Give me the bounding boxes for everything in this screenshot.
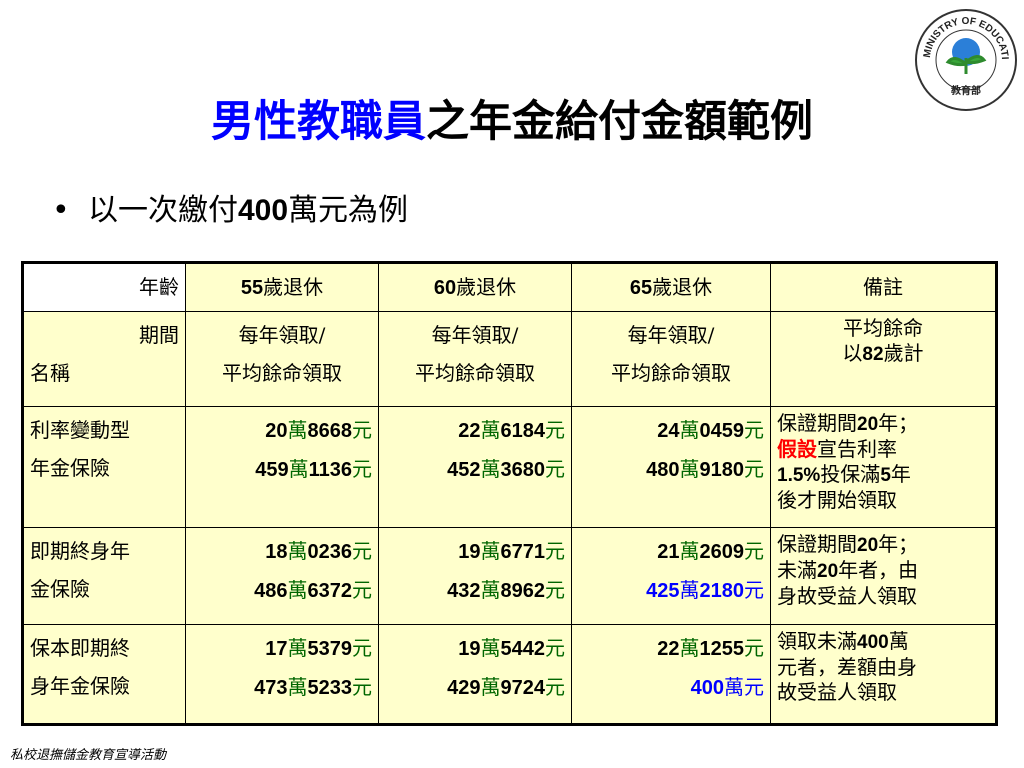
header-age: 年齡 [22,262,186,312]
mode-60: 每年領取/平均餘命領取 [378,311,572,407]
title-rest: 之年金給付金額範例 [426,97,813,147]
amount-cell: 19萬6771元 432萬8962元 [378,527,572,625]
bullet-item: • 以一次繳付400萬元為例 [52,188,408,234]
remark-cell: 保證期間20年； 假設宣告利率 1.5%投保滿5年 後才開始領取 [770,406,997,528]
product-name: 即期終身年 金保險 [22,527,186,625]
product-name: 保本即期終 身年金保險 [22,624,186,725]
amount-cell: 22萬6184元 452萬3680元 [378,406,572,528]
mode-row: 期間 名稱 每年領取/平均餘命領取 每年領取/平均餘命領取 每年領取/平均餘命領取… [22,311,997,407]
header-55: 55歲退休 [185,262,379,312]
amount-cell: 20萬8668元 459萬1136元 [185,406,379,528]
mode-65: 每年領取/平均餘命領取 [571,311,771,407]
life-expectancy-note: 平均餘命 以82歲計 [770,311,997,407]
amount-cell: 18萬0236元 486萬6372元 [185,527,379,625]
header-65: 65歲退休 [571,262,771,312]
amount-cell: 22萬1255元 400萬元 [571,624,771,725]
amount-cell: 17萬5379元 473萬5233元 [185,624,379,725]
header-60: 60歲退休 [378,262,572,312]
footer-text: 私校退撫儲金教育宣導活動 [10,748,167,763]
bullet-number: 400 [238,194,289,227]
bullet-dot: • [52,193,70,228]
annuity-table: 年齡 55歲退休 60歲退休 65歲退休 備註 期間 名稱 每年領取/平均餘命領取… [21,261,998,726]
amount-cell: 21萬2609元 425萬2180元 [571,527,771,625]
remark-cell: 領取未滿400萬 元者，差額由身 故受益人領取 [770,624,997,725]
remark-cell: 保證期間20年； 未滿20年者，由 身故受益人領取 [770,527,997,625]
period-name-cell: 期間 名稱 [22,311,186,407]
product-name: 利率變動型 年金保險 [22,406,186,528]
bullet-text-a: 以一次繳付 [88,193,238,228]
bullet-text-b: 萬元為例 [288,193,409,228]
product-row-variable-rate: 利率變動型 年金保險 20萬8668元 459萬1136元 22萬6184元 45… [22,406,997,528]
product-row-capital-guaranteed: 保本即期終 身年金保險 17萬5379元 473萬5233元 19萬5442元 4… [22,624,997,725]
mode-55: 每年領取/平均餘命領取 [185,311,379,407]
header-notes: 備註 [770,262,997,312]
title-highlight: 男性教職員 [211,97,426,147]
header-row: 年齡 55歲退休 60歲退休 65歲退休 備註 [22,262,997,312]
amount-cell: 19萬5442元 429萬9724元 [378,624,572,725]
page-title: 男性教職員之年金給付金額範例 [0,92,1024,152]
amount-cell: 24萬0459元 480萬9180元 [571,406,771,528]
product-row-immediate-life: 即期終身年 金保險 18萬0236元 486萬6372元 19萬6771元 432… [22,527,997,625]
